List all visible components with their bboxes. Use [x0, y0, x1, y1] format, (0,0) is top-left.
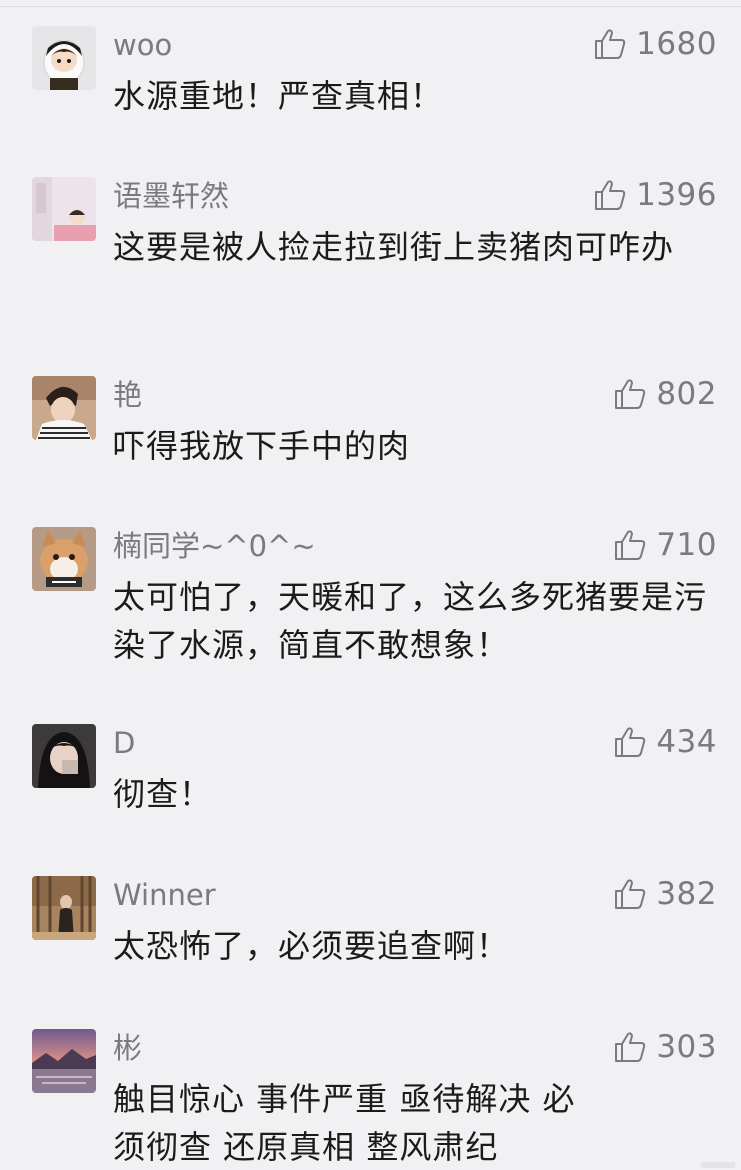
thumbs-up-icon: [615, 1032, 646, 1062]
thumbs-up-icon: [615, 727, 646, 757]
username[interactable]: 彬: [113, 1031, 142, 1065]
like-button[interactable]: 382: [613, 876, 717, 912]
username[interactable]: 语墨轩然: [113, 179, 229, 213]
like-button[interactable]: 1396: [593, 177, 717, 213]
avatar[interactable]: [32, 376, 96, 440]
like-count: 434: [656, 724, 717, 760]
username[interactable]: Winner: [113, 878, 216, 912]
thumbs-up-icon: [615, 379, 646, 409]
comment-text: 触目惊心 事件严重 亟待解决 必须彻查 还原真相 整风肃纪: [113, 1080, 576, 1166]
like-button[interactable]: 303: [613, 1029, 717, 1065]
like-count: 1396: [636, 177, 717, 213]
avatar[interactable]: [32, 724, 96, 788]
avatar[interactable]: [32, 177, 96, 241]
avatar[interactable]: [32, 876, 96, 940]
comment-text: 吓得我放下手中的肉: [113, 427, 411, 465]
like-count: 802: [656, 376, 717, 412]
username[interactable]: woo: [113, 28, 172, 62]
thumbs-up-icon: [615, 530, 646, 560]
like-count: 382: [656, 876, 717, 912]
username[interactable]: 艳: [113, 378, 142, 412]
like-count: 710: [656, 527, 717, 563]
comment-text: 太可怕了，天暖和了，这么多死猪要是污染了水源，简直不敢想象！: [113, 578, 708, 664]
thumbs-up-icon: [595, 180, 626, 210]
thumbs-up-icon: [615, 879, 646, 909]
username[interactable]: D: [113, 726, 135, 760]
like-count: 1680: [636, 26, 717, 62]
like-button[interactable]: 434: [613, 724, 717, 760]
avatar[interactable]: [32, 527, 96, 591]
avatar[interactable]: [32, 1029, 96, 1093]
comment-text: 这要是被人捡走拉到街上卖猪肉可咋办: [113, 228, 675, 266]
like-button[interactable]: 710: [613, 527, 717, 563]
comment-text: 水源重地！严查真相！: [113, 77, 444, 115]
comment-text: 太恐怖了，必须要追查啊！: [113, 927, 510, 965]
divider: [0, 6, 741, 7]
like-button[interactable]: 802: [613, 376, 717, 412]
comment-list-screen: woo 1680 水源重地！严查真相！ 语墨轩然 1396 这要是被人捡走拉到街…: [0, 0, 741, 1170]
thumbs-up-icon: [595, 29, 626, 59]
watermark-fragment: [701, 1162, 735, 1168]
username[interactable]: 楠同学~^0^~: [113, 529, 316, 563]
avatar[interactable]: [32, 26, 96, 90]
like-count: 303: [656, 1029, 717, 1065]
comment-text: 彻查！: [113, 775, 213, 813]
like-button[interactable]: 1680: [593, 26, 717, 62]
